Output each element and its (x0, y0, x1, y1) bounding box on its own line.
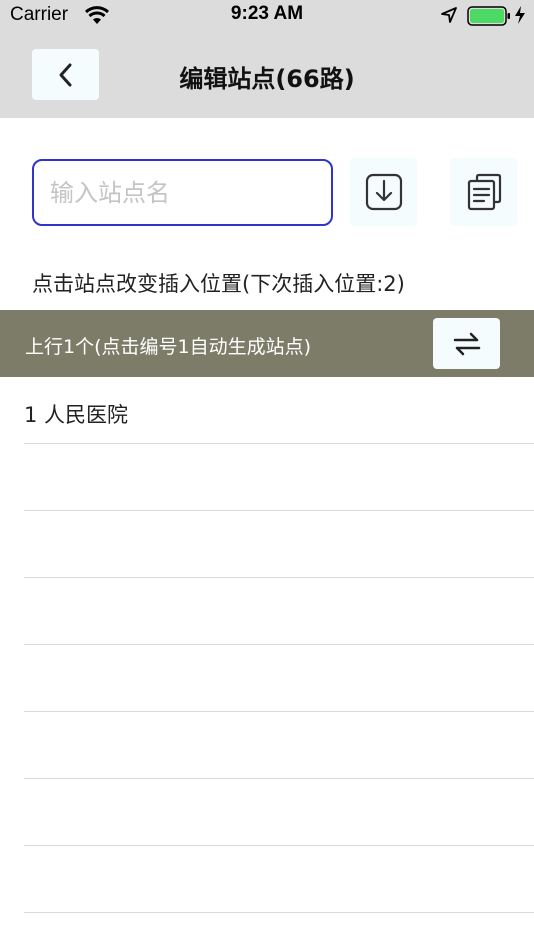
station-row[interactable] (0, 444, 534, 511)
status-bar: Carrier 9:23 AM (0, 0, 534, 32)
direction-bar: 上行1个(点击编号1自动生成站点) (0, 310, 534, 377)
battery-icon (467, 6, 510, 26)
copy-button[interactable] (450, 158, 517, 226)
station-name: 1 人民医院 (24, 403, 129, 427)
nav-bar: 编辑站点(66路) (0, 32, 534, 118)
station-row[interactable] (0, 578, 534, 645)
swap-direction-button[interactable] (433, 318, 500, 369)
station-row[interactable] (0, 511, 534, 578)
station-row[interactable] (0, 645, 534, 712)
direction-label[interactable]: 上行1个(点击编号1自动生成站点) (25, 332, 311, 359)
swap-arrows-icon (453, 332, 480, 355)
insert-position-hint: 点击站点改变插入位置(下次插入位置:2) (32, 272, 405, 296)
station-row[interactable]: 1 人民医院 (0, 377, 534, 444)
station-row[interactable] (0, 712, 534, 779)
location-arrow-icon (441, 7, 457, 23)
download-icon (365, 173, 402, 211)
station-name-input[interactable] (32, 159, 333, 226)
station-list: 1 人民医院 (0, 377, 534, 913)
copy-icon (467, 173, 501, 211)
page-title: 编辑站点(66路) (179, 65, 355, 93)
station-row[interactable] (0, 779, 534, 846)
charging-bolt-icon (515, 6, 525, 24)
station-row[interactable] (0, 846, 534, 913)
import-button[interactable] (350, 158, 417, 226)
